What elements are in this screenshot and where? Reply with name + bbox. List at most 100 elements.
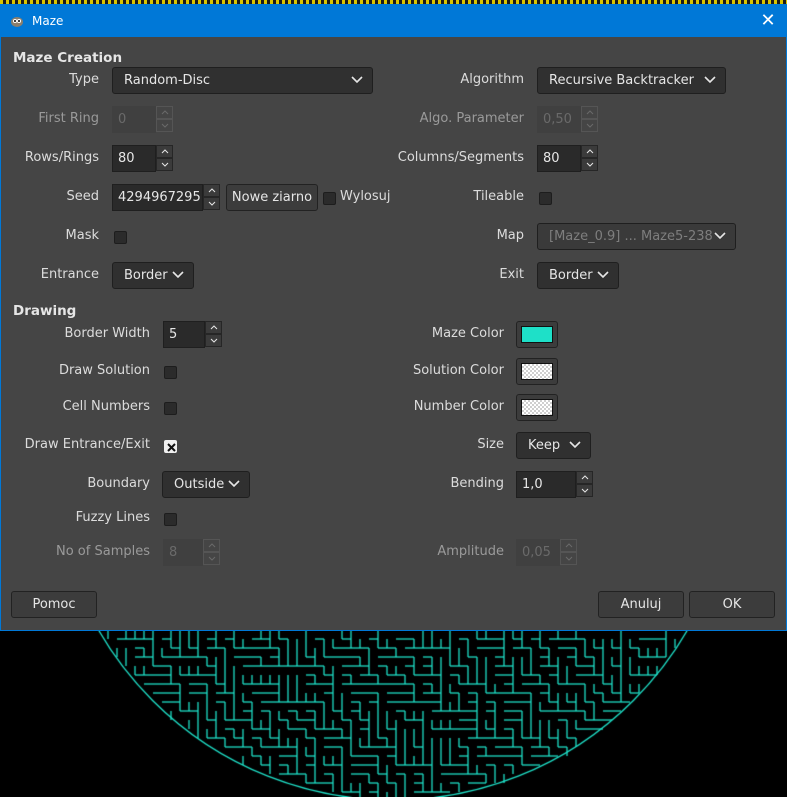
section-maze-creation: Maze Creation: [13, 50, 123, 66]
entrance-dropdown[interactable]: Border: [112, 262, 194, 289]
algorithm-value: Recursive Backtracker: [549, 73, 694, 88]
decrement-button: [560, 552, 577, 565]
draw-solution-label: Draw Solution: [58, 363, 150, 378]
boundary-dropdown[interactable]: Outside: [162, 471, 250, 498]
border-width-input[interactable]: 5: [163, 321, 205, 348]
check-mark-icon: [167, 443, 176, 452]
algorithm-dropdown[interactable]: Recursive Backtracker: [537, 67, 726, 94]
chevron-down-icon: [228, 480, 240, 488]
size-dropdown[interactable]: Keep: [516, 432, 591, 459]
bending-spinner[interactable]: 1,0: [516, 471, 594, 498]
samples-label: No of Samples: [56, 544, 150, 559]
mask-label: Mask: [65, 228, 99, 243]
increment-button[interactable]: [205, 321, 222, 334]
draw-entrance-exit-label: Draw Entrance/Exit: [24, 437, 150, 452]
type-label: Type: [69, 72, 99, 87]
new-seed-button[interactable]: Nowe ziarno: [226, 184, 318, 211]
number-color-label: Number Color: [413, 399, 504, 414]
amplitude-value: 0,05: [516, 539, 560, 566]
increment-button[interactable]: [156, 145, 173, 158]
maze-preview-canvas: [0, 630, 787, 797]
first-ring-spinner: 0: [112, 106, 174, 133]
exit-dropdown[interactable]: Border: [537, 262, 619, 289]
maze-dialog: Maze ✕ Maze Creation Type Random-Disc Al…: [0, 4, 787, 631]
entrance-label: Entrance: [40, 267, 99, 282]
draw-entrance-exit-checkbox[interactable]: [164, 440, 177, 453]
help-button[interactable]: Pomoc: [11, 591, 97, 618]
maze-color-swatch: [521, 326, 553, 343]
columns-segments-label: Columns/Segments: [397, 150, 524, 165]
decrement-button[interactable]: [205, 334, 222, 347]
increment-button: [560, 539, 577, 552]
type-dropdown[interactable]: Random-Disc: [112, 67, 373, 94]
seed-label: Seed: [66, 189, 100, 204]
mask-checkbox[interactable]: [114, 231, 127, 244]
bending-label: Bending: [450, 476, 504, 491]
rows-rings-spinner[interactable]: 80: [112, 145, 174, 172]
map-label: Map: [496, 228, 524, 243]
chevron-down-icon: [351, 76, 363, 84]
increment-button: [581, 106, 598, 119]
increment-button[interactable]: [581, 145, 598, 158]
number-color-swatch: [521, 399, 553, 416]
first-ring-value: 0: [112, 106, 156, 133]
ok-button[interactable]: OK: [689, 591, 775, 618]
gimp-icon: [9, 13, 25, 29]
decrement-button[interactable]: [581, 158, 598, 171]
size-label: Size: [477, 437, 504, 452]
solution-color-button[interactable]: [516, 358, 558, 385]
close-icon[interactable]: ✕: [758, 11, 778, 31]
bending-input[interactable]: 1,0: [516, 471, 576, 498]
decrement-button[interactable]: [576, 484, 593, 497]
seed-input[interactable]: 4294967295: [112, 184, 203, 211]
tileable-checkbox[interactable]: [539, 192, 552, 205]
chevron-down-icon: [597, 271, 609, 279]
border-width-label: Border Width: [64, 326, 150, 341]
increment-button[interactable]: [576, 471, 593, 484]
chevron-down-icon: [569, 441, 581, 449]
decrement-button: [581, 119, 598, 132]
chevron-down-icon: [704, 76, 716, 84]
cancel-button[interactable]: Anuluj: [598, 591, 684, 618]
maze-color-button[interactable]: [516, 321, 558, 348]
decrement-button: [203, 552, 220, 565]
samples-spinner: 8: [163, 539, 221, 566]
dialog-content: Maze Creation Type Random-Disc Algorithm…: [1, 37, 786, 631]
map-value: [Maze_0.9] ... Maze5-238: [549, 229, 713, 244]
fuzzy-lines-checkbox[interactable]: [164, 513, 177, 526]
first-ring-label: First Ring: [38, 111, 99, 126]
border-width-spinner[interactable]: 5: [163, 321, 223, 348]
algo-parameter-label: Algo. Parameter: [419, 111, 524, 126]
columns-segments-input[interactable]: 80: [537, 145, 581, 172]
increment-button[interactable]: [203, 184, 220, 197]
samples-value: 8: [163, 539, 203, 566]
exit-value: Border: [549, 268, 593, 283]
title-bar: Maze ✕: [1, 5, 786, 37]
cell-numbers-checkbox[interactable]: [164, 402, 177, 415]
rows-rings-input[interactable]: 80: [112, 145, 156, 172]
increment-button: [203, 539, 220, 552]
columns-segments-spinner[interactable]: 80: [537, 145, 599, 172]
section-drawing: Drawing: [13, 303, 77, 319]
fuzzy-lines-label: Fuzzy Lines: [75, 510, 150, 525]
decrement-button[interactable]: [156, 158, 173, 171]
number-color-button[interactable]: [516, 394, 558, 421]
cell-numbers-label: Cell Numbers: [62, 399, 150, 414]
draw-solution-checkbox[interactable]: [164, 366, 177, 379]
boundary-label: Boundary: [87, 476, 150, 491]
algorithm-label: Algorithm: [460, 72, 524, 87]
randomize-checkbox[interactable]: [323, 192, 336, 205]
randomize-label: Wylosuj: [340, 189, 391, 204]
solution-color-label: Solution Color: [412, 363, 504, 378]
size-value: Keep: [528, 438, 561, 453]
solution-color-swatch: [521, 363, 553, 380]
chevron-down-icon: [714, 232, 726, 240]
rows-rings-label: Rows/Rings: [24, 150, 99, 165]
seed-spinner[interactable]: 4294967295: [112, 184, 221, 211]
maze-color-label: Maze Color: [431, 326, 504, 341]
boundary-value: Outside: [174, 477, 225, 492]
decrement-button: [156, 119, 173, 132]
decrement-button[interactable]: [203, 197, 220, 210]
map-dropdown: [Maze_0.9] ... Maze5-238: [537, 223, 736, 250]
window-title: Maze: [32, 14, 64, 28]
